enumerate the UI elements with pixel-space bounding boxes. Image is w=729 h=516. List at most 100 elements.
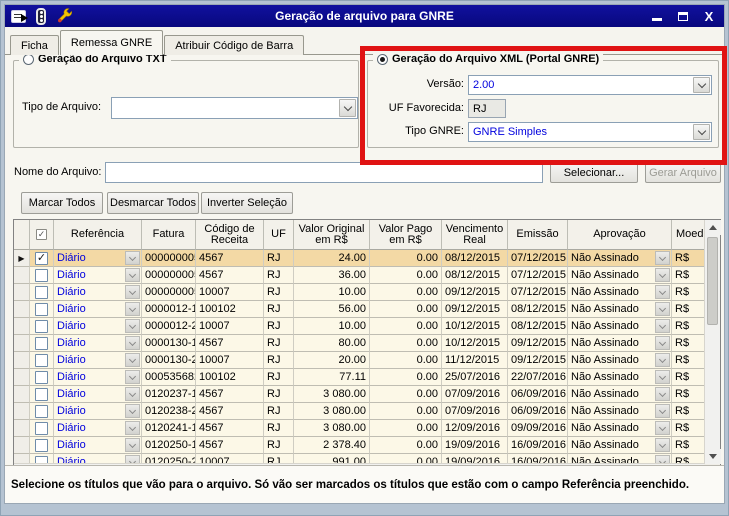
cell-emissao[interactable]: 06/09/2016: [508, 403, 568, 420]
cell-codigo-receita[interactable]: 4567: [196, 403, 264, 420]
cell-emissao[interactable]: 07/12/2015: [508, 250, 568, 267]
cell-checkbox[interactable]: [30, 335, 54, 352]
table-row[interactable]: Diário0120237-14567RJ3 080.000.0007/09/2…: [14, 386, 704, 403]
cell-emissao[interactable]: 08/12/2015: [508, 318, 568, 335]
aprovacao-combobox[interactable]: Não Assinado: [568, 284, 672, 301]
row-select-checkbox[interactable]: [35, 422, 48, 435]
cell-checkbox[interactable]: [30, 301, 54, 318]
row-indicator[interactable]: ▶: [14, 250, 30, 267]
cell-uf[interactable]: RJ: [264, 335, 294, 352]
cell-valor-pago[interactable]: 0.00: [370, 301, 442, 318]
tipo-arquivo-combobox[interactable]: [111, 97, 358, 119]
cell-vencimento-real[interactable]: 08/12/2015: [442, 267, 508, 284]
chevron-down-icon[interactable]: [655, 438, 670, 452]
cell-emissao[interactable]: 22/07/2016: [508, 369, 568, 386]
cell-valor-pago[interactable]: 0.00: [370, 318, 442, 335]
table-row[interactable]: ▶✓Diário0000000054567RJ24.000.0008/12/20…: [14, 250, 704, 267]
cell-checkbox[interactable]: [30, 386, 54, 403]
cell-checkbox[interactable]: [30, 352, 54, 369]
col-header-select-all[interactable]: ✓: [30, 220, 54, 250]
chevron-down-icon[interactable]: [655, 404, 670, 418]
table-row[interactable]: Diário0000130-210007RJ20.000.0011/12/201…: [14, 352, 704, 369]
chevron-down-icon[interactable]: [655, 421, 670, 435]
cell-checkbox[interactable]: [30, 369, 54, 386]
cell-valor-original[interactable]: 10.00: [294, 318, 370, 335]
cell-codigo-receita[interactable]: 100102: [196, 301, 264, 318]
col-header-row-indicator[interactable]: [14, 220, 30, 250]
maximize-button[interactable]: [676, 9, 690, 23]
cell-fatura[interactable]: 0000130-2: [142, 352, 196, 369]
col-header-vencimento-real[interactable]: Vencimento Real: [442, 220, 508, 250]
close-button[interactable]: X: [702, 9, 716, 23]
cell-vencimento-real[interactable]: 19/09/2016: [442, 437, 508, 454]
cell-codigo-receita[interactable]: 4567: [196, 437, 264, 454]
chevron-down-icon[interactable]: [125, 268, 140, 282]
cell-valor-original[interactable]: 3 080.00: [294, 420, 370, 437]
nome-arquivo-input[interactable]: [105, 162, 543, 183]
cell-valor-original[interactable]: 20.00: [294, 352, 370, 369]
row-indicator[interactable]: [14, 335, 30, 352]
cell-valor-pago[interactable]: 0.00: [370, 250, 442, 267]
aprovacao-combobox[interactable]: Não Assinado: [568, 403, 672, 420]
table-row[interactable]: Diário000535682100102RJ77.110.0025/07/20…: [14, 369, 704, 386]
row-indicator[interactable]: [14, 403, 30, 420]
cell-uf[interactable]: RJ: [264, 352, 294, 369]
col-header-emissao[interactable]: Emissão: [508, 220, 568, 250]
aprovacao-combobox[interactable]: Não Assinado: [568, 386, 672, 403]
col-header-codigo-receita[interactable]: Código de Receita: [196, 220, 264, 250]
aprovacao-combobox[interactable]: Não Assinado: [568, 437, 672, 454]
referencia-combobox[interactable]: Diário: [54, 403, 142, 420]
row-indicator[interactable]: [14, 352, 30, 369]
table-row[interactable]: Diário0120241-14567RJ3 080.000.0012/09/2…: [14, 420, 704, 437]
cell-vencimento-real[interactable]: 07/09/2016: [442, 403, 508, 420]
cell-checkbox[interactable]: [30, 267, 54, 284]
chevron-down-icon[interactable]: [655, 319, 670, 333]
col-header-referencia[interactable]: Referência: [54, 220, 142, 250]
cell-moeda[interactable]: R$: [672, 420, 704, 437]
cell-fatura[interactable]: 0000012-1: [142, 301, 196, 318]
cell-fatura[interactable]: 0000130-1: [142, 335, 196, 352]
referencia-combobox[interactable]: Diário: [54, 437, 142, 454]
cell-moeda[interactable]: R$: [672, 267, 704, 284]
chevron-down-icon[interactable]: [125, 251, 140, 265]
select-all-checkbox[interactable]: ✓: [36, 229, 47, 240]
wrench-icon[interactable]: [56, 8, 73, 25]
row-indicator[interactable]: [14, 437, 30, 454]
referencia-combobox[interactable]: Diário: [54, 250, 142, 267]
cell-uf[interactable]: RJ: [264, 437, 294, 454]
cell-checkbox[interactable]: [30, 403, 54, 420]
chevron-down-icon[interactable]: [655, 251, 670, 265]
cell-vencimento-real[interactable]: 10/12/2015: [442, 318, 508, 335]
aprovacao-combobox[interactable]: Não Assinado: [568, 369, 672, 386]
chevron-down-icon[interactable]: [125, 319, 140, 333]
chevron-down-icon[interactable]: [125, 285, 140, 299]
cell-moeda[interactable]: R$: [672, 437, 704, 454]
versao-combobox[interactable]: 2.00: [468, 75, 712, 95]
cell-valor-original[interactable]: 3 080.00: [294, 386, 370, 403]
row-indicator[interactable]: [14, 284, 30, 301]
cell-fatura[interactable]: 000000005: [142, 284, 196, 301]
col-header-aprovacao[interactable]: Aprovação: [568, 220, 672, 250]
cell-vencimento-real[interactable]: 09/12/2015: [442, 301, 508, 318]
cell-uf[interactable]: RJ: [264, 386, 294, 403]
cell-codigo-receita[interactable]: 4567: [196, 267, 264, 284]
scroll-up-icon[interactable]: [705, 220, 721, 235]
cell-vencimento-real[interactable]: 09/12/2015: [442, 284, 508, 301]
cell-valor-pago[interactable]: 0.00: [370, 403, 442, 420]
cell-fatura[interactable]: 0120237-1: [142, 386, 196, 403]
col-header-valor-pago[interactable]: Valor Pago em R$: [370, 220, 442, 250]
inverter-sele-o-button[interactable]: Inverter Seleção: [201, 192, 293, 214]
uf-favorecida-field[interactable]: RJ: [468, 99, 506, 118]
referencia-combobox[interactable]: Diário: [54, 301, 142, 318]
row-indicator[interactable]: [14, 267, 30, 284]
cell-valor-pago[interactable]: 0.00: [370, 420, 442, 437]
cell-uf[interactable]: RJ: [264, 250, 294, 267]
cell-moeda[interactable]: R$: [672, 369, 704, 386]
cell-vencimento-real[interactable]: 12/09/2016: [442, 420, 508, 437]
col-header-fatura[interactable]: Fatura: [142, 220, 196, 250]
minimize-button[interactable]: [650, 9, 664, 23]
table-row[interactable]: Diário0000000054567RJ36.000.0008/12/2015…: [14, 267, 704, 284]
cell-vencimento-real[interactable]: 08/12/2015: [442, 250, 508, 267]
cell-valor-pago[interactable]: 0.00: [370, 369, 442, 386]
cell-moeda[interactable]: R$: [672, 301, 704, 318]
